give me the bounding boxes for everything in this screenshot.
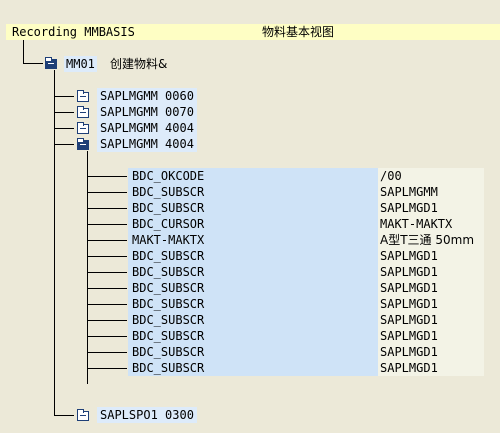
tree-line	[54, 415, 74, 416]
field-value[interactable]: SAPLMGD1	[380, 264, 438, 280]
tree-line	[87, 176, 127, 177]
field-value[interactable]: SAPLMGD1	[380, 248, 438, 264]
recording-title: Recording MMBASIS	[12, 25, 135, 39]
tree-line	[54, 144, 74, 145]
screen-node-2[interactable]: SAPLMGMM 4004	[97, 120, 197, 136]
field-name[interactable]: MAKT-MAKTX	[132, 232, 204, 248]
field-value[interactable]: SAPLMGD1	[380, 344, 438, 360]
screen-dynpro: 0060	[165, 89, 194, 103]
tree-line	[54, 96, 74, 97]
field-name[interactable]: BDC_SUBSCR	[132, 184, 204, 200]
screen-dynpro: 4004	[165, 121, 194, 135]
tree-line	[87, 352, 127, 353]
tree-line	[87, 368, 127, 369]
recording-description: 物料基本视图	[262, 25, 335, 39]
screen-dynpro: 0300	[165, 408, 194, 422]
field-name[interactable]: BDC_SUBSCR	[132, 344, 204, 360]
field-name[interactable]: BDC_SUBSCR	[132, 248, 204, 264]
tree-line	[87, 304, 127, 305]
field-name[interactable]: BDC_SUBSCR	[132, 280, 204, 296]
tree-line	[87, 224, 127, 225]
tree-line	[23, 40, 24, 63]
field-value[interactable]: SAPLMGD1	[380, 280, 438, 296]
transaction-code[interactable]: MM01	[64, 56, 97, 72]
field-name[interactable]: BDC_SUBSCR	[132, 200, 204, 216]
tree-line	[54, 128, 74, 129]
field-value[interactable]: SAPLMGD1	[380, 328, 438, 344]
field-name[interactable]: BDC_OKCODE	[132, 168, 204, 184]
transaction-folder-icon[interactable]	[45, 57, 57, 69]
field-value[interactable]: SAPLMGD1	[380, 296, 438, 312]
screen-folder-icon[interactable]	[77, 90, 89, 102]
field-name[interactable]: BDC_SUBSCR	[132, 296, 204, 312]
field-value[interactable]: A型T三通 50mm	[380, 232, 474, 248]
screen-program: SAPLMGMM	[100, 89, 158, 103]
field-value[interactable]: SAPLMGD1	[380, 360, 438, 376]
field-name[interactable]: BDC_SUBSCR	[132, 328, 204, 344]
screen-folder-icon[interactable]	[77, 409, 89, 421]
tree-line	[87, 151, 88, 384]
screen-program: SAPLMGMM	[100, 105, 158, 119]
screen-dynpro: 0070	[165, 105, 194, 119]
screen-folder-icon[interactable]	[77, 106, 89, 118]
screen-node-last[interactable]: SAPLSPO1 0300	[97, 407, 197, 423]
field-name[interactable]: BDC_SUBSCR	[132, 312, 204, 328]
transaction-description: 创建物料&	[110, 57, 168, 71]
tree-line	[23, 63, 43, 64]
tree-line	[54, 70, 55, 415]
field-name[interactable]: BDC_SUBSCR	[132, 264, 204, 280]
screen-folder-open-icon[interactable]	[77, 138, 89, 150]
tree-line	[87, 208, 127, 209]
tree-line	[87, 336, 127, 337]
tree-line	[87, 288, 127, 289]
screen-program: SAPLSPO1	[100, 408, 158, 422]
tree-line	[87, 320, 127, 321]
screen-program: SAPLMGMM	[100, 121, 158, 135]
tree-line	[87, 192, 127, 193]
field-value[interactable]: SAPLMGMM	[380, 184, 438, 200]
field-value[interactable]: SAPLMGD1	[380, 200, 438, 216]
field-name[interactable]: BDC_SUBSCR	[132, 360, 204, 376]
screen-dynpro: 4004	[165, 137, 194, 151]
tree-line	[87, 240, 127, 241]
field-value[interactable]: SAPLMGD1	[380, 312, 438, 328]
screen-node-0[interactable]: SAPLMGMM 0060	[97, 88, 197, 104]
tree-line	[87, 256, 127, 257]
tree-line	[54, 112, 74, 113]
field-name[interactable]: BDC_CURSOR	[132, 216, 204, 232]
screen-folder-icon[interactable]	[77, 122, 89, 134]
tree-line	[87, 272, 127, 273]
screen-node-1[interactable]: SAPLMGMM 0070	[97, 104, 197, 120]
screen-program: SAPLMGMM	[100, 137, 158, 151]
screen-node-3[interactable]: SAPLMGMM 4004	[97, 136, 197, 152]
field-value[interactable]: /00	[380, 168, 402, 184]
field-value[interactable]: MAKT-MAKTX	[380, 216, 452, 232]
